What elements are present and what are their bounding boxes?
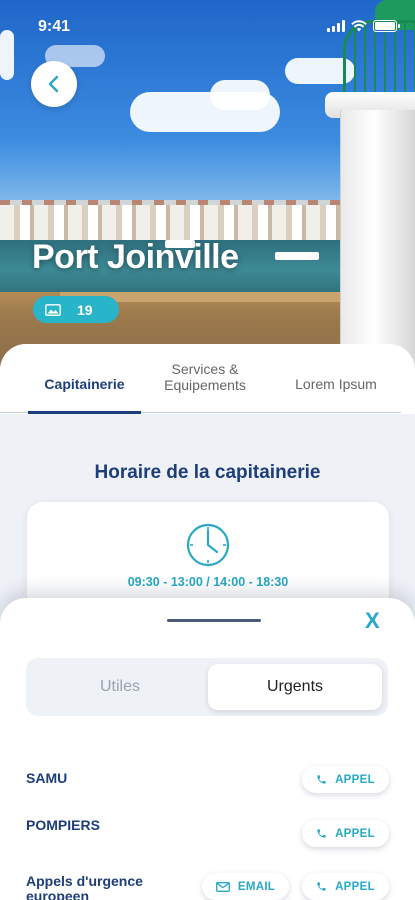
close-button[interactable]: X	[365, 608, 380, 634]
segment-urgents[interactable]: Urgents	[208, 664, 382, 710]
signal-icon	[327, 20, 345, 32]
tab-capitainerie[interactable]: Capitainerie	[28, 376, 141, 392]
phone-icon	[317, 775, 326, 784]
status-time: 9:41	[38, 18, 71, 35]
phone-icon	[317, 829, 326, 838]
status-bar: 9:41	[0, 0, 415, 48]
photo-gallery-badge[interactable]: 19	[33, 296, 119, 323]
segmented-control: Utiles Urgents	[26, 658, 388, 716]
page-title: Port Joinville	[32, 238, 239, 276]
call-button-european-emergency[interactable]: APPEL	[302, 873, 389, 900]
active-tab-indicator	[28, 411, 141, 414]
tab-services-equipements[interactable]: Services & Equipements	[140, 361, 270, 393]
boat	[275, 252, 319, 260]
call-button-pompiers[interactable]: APPEL	[302, 820, 389, 847]
call-label: APPEL	[335, 827, 375, 840]
email-label: EMAIL	[237, 880, 276, 893]
contact-name-samu: SAMU	[26, 770, 68, 786]
photo-count: 19	[77, 301, 93, 318]
call-label: APPEL	[335, 773, 375, 786]
contact-name-pompiers: POMPIERS	[26, 817, 100, 833]
battery-icon	[373, 20, 400, 32]
sheet-drag-handle[interactable]	[167, 619, 261, 622]
lighthouse	[340, 110, 415, 370]
call-button-samu[interactable]: APPEL	[302, 766, 389, 793]
tab-lorem-ipsum[interactable]: Lorem Ipsum	[280, 376, 392, 392]
hours-section-title: Horaire de la capitainerie	[94, 462, 321, 483]
phone-icon	[317, 882, 326, 891]
contact-name-european-emergency: Appels d'urgence europeen	[26, 873, 143, 900]
mail-icon	[215, 881, 230, 892]
bottom-sheet: X Utiles Urgents SAMU APPEL POMPIERS APP…	[0, 598, 415, 900]
image-icon	[45, 303, 61, 316]
clock-icon	[186, 523, 230, 567]
cloud	[210, 80, 270, 110]
status-icons	[327, 20, 400, 32]
call-label: APPEL	[335, 880, 375, 893]
opening-hours: 09:30 - 13:00 / 14:00 - 18:30	[127, 575, 289, 589]
tab-bar: Capitainerie Services & Equipements Lore…	[0, 344, 415, 414]
back-chevron-icon	[48, 75, 59, 93]
back-button[interactable]	[31, 61, 77, 107]
email-button-european-emergency[interactable]: EMAIL	[202, 873, 289, 900]
wifi-icon	[351, 20, 367, 32]
segment-utiles[interactable]: Utiles	[32, 664, 208, 710]
